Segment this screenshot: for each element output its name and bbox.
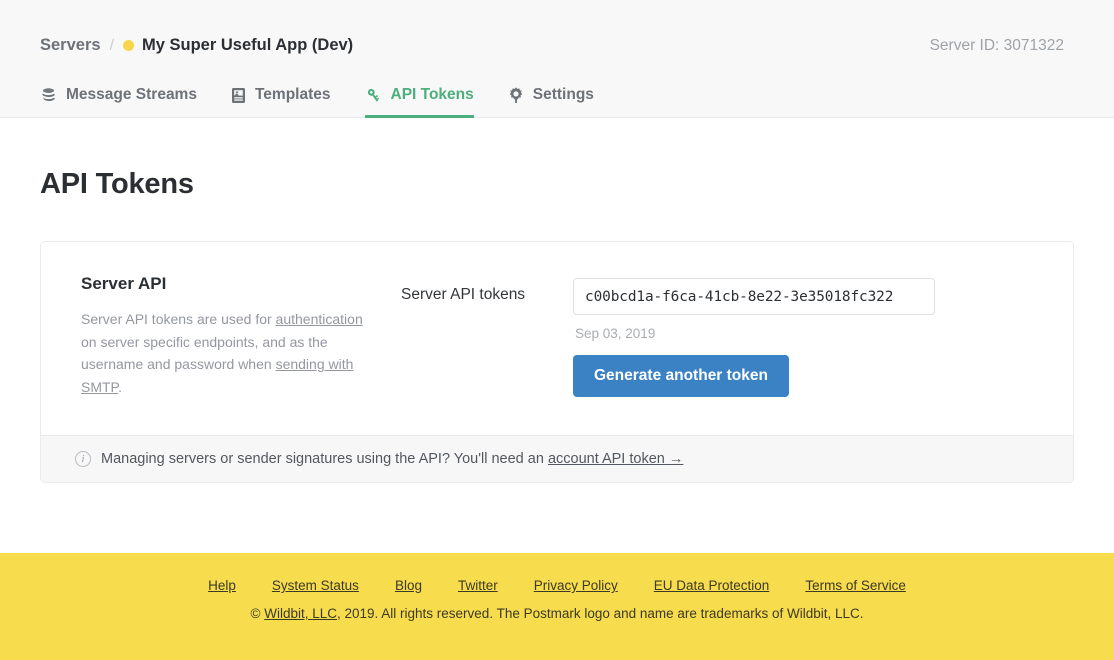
tab-label: API Tokens (391, 86, 474, 104)
note-text: Managing servers or sender signatures us… (101, 451, 683, 467)
server-id-label: Server ID: 3071322 (930, 37, 1064, 55)
tab-settings[interactable]: Settings (508, 86, 594, 118)
token-field-area: Sep 03, 2019 Generate another token (573, 278, 1033, 399)
templates-icon (231, 87, 246, 104)
page-footer: Help System Status Blog Twitter Privacy … (0, 553, 1114, 660)
app-header: Servers / My Super Useful App (Dev) Serv… (0, 0, 1114, 118)
tab-label: Templates (255, 86, 331, 104)
tab-api-tokens[interactable]: API Tokens (365, 86, 474, 118)
footer-copyright: © Wildbit, LLC, 2019. All rights reserve… (0, 606, 1114, 621)
gear-icon (508, 87, 524, 103)
key-icon (365, 87, 382, 104)
wildbit-link[interactable]: Wildbit, LLC (264, 606, 337, 621)
tab-label: Settings (533, 86, 594, 104)
footer-link-eu-data-protection[interactable]: EU Data Protection (654, 578, 770, 593)
card-body: Server API Server API tokens are used fo… (41, 242, 1073, 435)
card-description-column: Server API Server API tokens are used fo… (81, 274, 401, 399)
server-api-token-input[interactable] (573, 278, 935, 315)
generate-another-token-button[interactable]: Generate another token (573, 355, 789, 397)
tab-bar: Message Streams Templates (0, 65, 1114, 118)
tab-templates[interactable]: Templates (231, 86, 331, 118)
footer-link-terms-of-service[interactable]: Terms of Service (805, 578, 906, 593)
footer-link-privacy-policy[interactable]: Privacy Policy (534, 578, 618, 593)
section-description: Server API tokens are used for authentic… (81, 308, 381, 399)
main-content: API Tokens Server API Server API tokens … (0, 168, 1114, 483)
streams-icon (40, 87, 57, 104)
token-created-date: Sep 03, 2019 (575, 326, 1033, 341)
page-title: API Tokens (40, 168, 1074, 201)
desc-part-3: . (118, 379, 122, 395)
desc-part-1: Server API tokens are used for (81, 311, 276, 327)
footer-link-help[interactable]: Help (208, 578, 236, 593)
account-api-token-link[interactable]: account API token → (548, 451, 683, 467)
authentication-link[interactable]: authentication (276, 311, 363, 327)
footer-link-twitter[interactable]: Twitter (458, 578, 498, 593)
note-text-body: Managing servers or sender signatures us… (101, 451, 548, 467)
footer-link-blog[interactable]: Blog (395, 578, 422, 593)
section-title: Server API (81, 274, 381, 294)
copyright-suffix: , 2019. All rights reserved. The Postmar… (337, 606, 864, 621)
tab-message-streams[interactable]: Message Streams (40, 86, 197, 118)
copyright-prefix: © (251, 606, 265, 621)
token-field-label: Server API tokens (401, 278, 573, 399)
breadcrumb-servers-link[interactable]: Servers (40, 36, 101, 55)
server-api-card: Server API Server API tokens are used fo… (40, 241, 1074, 483)
footer-link-system-status[interactable]: System Status (272, 578, 359, 593)
breadcrumb-separator: / (110, 37, 114, 55)
tab-label: Message Streams (66, 86, 197, 104)
breadcrumb-app-name: My Super Useful App (Dev) (142, 36, 353, 55)
footer-links: Help System Status Blog Twitter Privacy … (0, 578, 1114, 593)
breadcrumb-row: Servers / My Super Useful App (Dev) Serv… (0, 0, 1114, 65)
card-form-column: Server API tokens Sep 03, 2019 Generate … (401, 274, 1033, 399)
server-status-dot-icon (123, 40, 134, 51)
account-token-note: i Managing servers or sender signatures … (41, 435, 1073, 482)
breadcrumb: Servers / My Super Useful App (Dev) (40, 36, 353, 55)
info-icon: i (75, 451, 91, 467)
